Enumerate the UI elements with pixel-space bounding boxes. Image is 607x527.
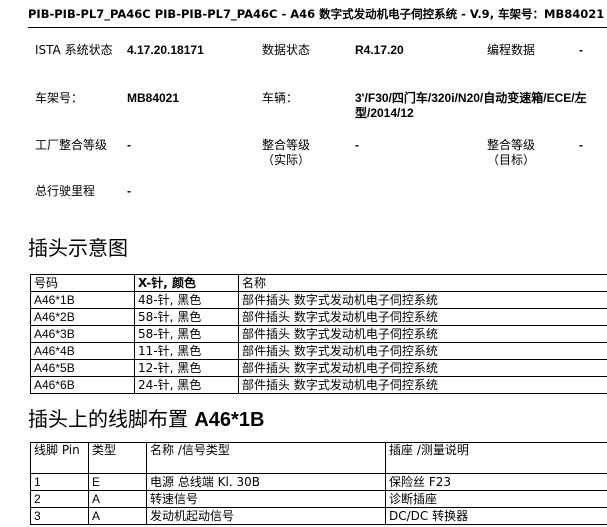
pin-socket: 诊断插座 (385, 490, 607, 508)
integration-target-label: 整合等级（目标） (487, 138, 536, 167)
plug-number: A46*2B (30, 308, 135, 326)
pin-table-header: 线脚 Pin 类型 名称 /信号类型 插座 /测量说明 (30, 442, 607, 474)
table-row: A46*2B 58-针, 黑色 部件插头 数字式发动机电子伺控系统 (30, 308, 607, 326)
plug-name: 部件插头 数字式发动机电子伺控系统 (238, 359, 607, 377)
table-row: A46*5B 12-针, 黑色 部件插头 数字式发动机电子伺控系统 (30, 359, 607, 377)
plug-number: A46*3B (30, 325, 135, 343)
plug-pins-color: 24-针, 黑色 (134, 376, 239, 394)
vehicle-value: 3'/F30/四门车/320i/N20/自动变速箱/ECE/左型/2014/12 (355, 91, 587, 120)
factory-level-label: 工厂整合等级 (35, 138, 108, 152)
pin-number: 2 (30, 490, 89, 508)
pin-signal: 发动机起动信号 (146, 507, 386, 525)
plug-number: A46*1B (30, 291, 135, 309)
table-row: A46*4B 11-针, 黑色 部件插头 数字式发动机电子伺控系统 (30, 342, 607, 360)
table-row: 3 A 发动机起动信号 DC/DC 转换器 (30, 507, 607, 525)
plug-pins-color: 12-针, 黑色 (134, 359, 239, 377)
plug-section-heading: 插头示意图 (28, 236, 128, 260)
vin-value: MB84021 (127, 91, 180, 105)
programming-value: - (579, 43, 583, 57)
pin-type: E (88, 473, 147, 491)
column-header-type: 类型 (88, 442, 147, 474)
plug-name: 部件插头 数字式发动机电子伺控系统 (238, 291, 607, 309)
mileage-label: 总行驶里程 (35, 184, 96, 198)
plug-pins-color: 58-针, 黑色 (134, 308, 239, 326)
pin-table: 线脚 Pin 类型 名称 /信号类型 插座 /测量说明 1 E 电源 总线端 K… (30, 442, 607, 525)
column-header-pin: 线脚 Pin (30, 442, 89, 474)
table-row: 1 E 电源 总线端 Kl. 30B 保险丝 F23 (30, 473, 607, 491)
plug-name: 部件插头 数字式发动机电子伺控系统 (238, 325, 607, 343)
table-row: A46*6B 24-针, 黑色 部件插头 数字式发动机电子伺控系统 (30, 376, 607, 394)
plug-pins-color: 58-针, 黑色 (134, 325, 239, 343)
pin-number: 3 (30, 507, 89, 525)
column-header-socket: 插座 /测量说明 (385, 442, 607, 474)
pin-type: A (88, 490, 147, 508)
data-state-label: 数据状态 (262, 43, 311, 57)
pin-heading-prefix: 插头上的线脚布置 (28, 407, 188, 431)
pin-signal: 电源 总线端 Kl. 30B (146, 473, 386, 491)
vin-label: 车架号： (35, 91, 84, 105)
data-state-value: R4.17.20 (355, 43, 404, 57)
plug-number: A46*6B (30, 376, 135, 394)
integration-actual-value: - (355, 138, 359, 152)
integration-target-value: - (579, 138, 583, 152)
pin-signal: 转速信号 (146, 490, 386, 508)
pin-section-heading: 插头上的线脚布置 A46*1B (28, 407, 264, 432)
header-divider (28, 27, 607, 28)
plug-pins-color: 11-针, 黑色 (134, 342, 239, 360)
column-header-pins-color: X-针, 颜色 (134, 274, 239, 292)
pin-number: 1 (30, 473, 89, 491)
table-row: 2 A 转速信号 诊断插座 (30, 490, 607, 508)
table-row: A46*3B 58-针, 黑色 部件插头 数字式发动机电子伺控系统 (30, 325, 607, 343)
integration-actual-label: 整合等级（实际） (262, 138, 311, 167)
plug-table-header: 号码 X-针, 颜色 名称 (30, 274, 607, 292)
column-header-number: 号码 (30, 274, 135, 292)
page-header: PIB-PIB-PL7_PA46C PIB-PIB-PL7_PA46C - A4… (28, 7, 605, 21)
pin-socket: DC/DC 转换器 (385, 507, 607, 525)
programming-label: 编程数据 (487, 43, 536, 57)
column-header-name: 名称 (238, 274, 607, 292)
vehicle-label: 车辆： (262, 91, 299, 105)
pin-socket: 保险丝 F23 (385, 473, 607, 491)
ista-value: 4.17.20.18171 (127, 43, 204, 57)
document-page: PIB-PIB-PL7_PA46C PIB-PIB-PL7_PA46C - A4… (0, 0, 607, 527)
ista-label: ISTA 系统状态 (35, 43, 113, 57)
plug-name: 部件插头 数字式发动机电子伺控系统 (238, 376, 607, 394)
pin-type: A (88, 507, 147, 525)
plug-number: A46*4B (30, 342, 135, 360)
plug-table: 号码 X-针, 颜色 名称 A46*1B 48-针, 黑色 部件插头 数字式发动… (30, 274, 607, 394)
pin-heading-connector: A46*1B (194, 409, 265, 431)
mileage-value: - (127, 184, 131, 198)
plug-name: 部件插头 数字式发动机电子伺控系统 (238, 342, 607, 360)
factory-level-value: - (127, 138, 131, 152)
plug-name: 部件插头 数字式发动机电子伺控系统 (238, 308, 607, 326)
plug-number: A46*5B (30, 359, 135, 377)
column-header-signal: 名称 /信号类型 (146, 442, 386, 474)
table-row: A46*1B 48-针, 黑色 部件插头 数字式发动机电子伺控系统 (30, 291, 607, 309)
plug-pins-color: 48-针, 黑色 (134, 291, 239, 309)
